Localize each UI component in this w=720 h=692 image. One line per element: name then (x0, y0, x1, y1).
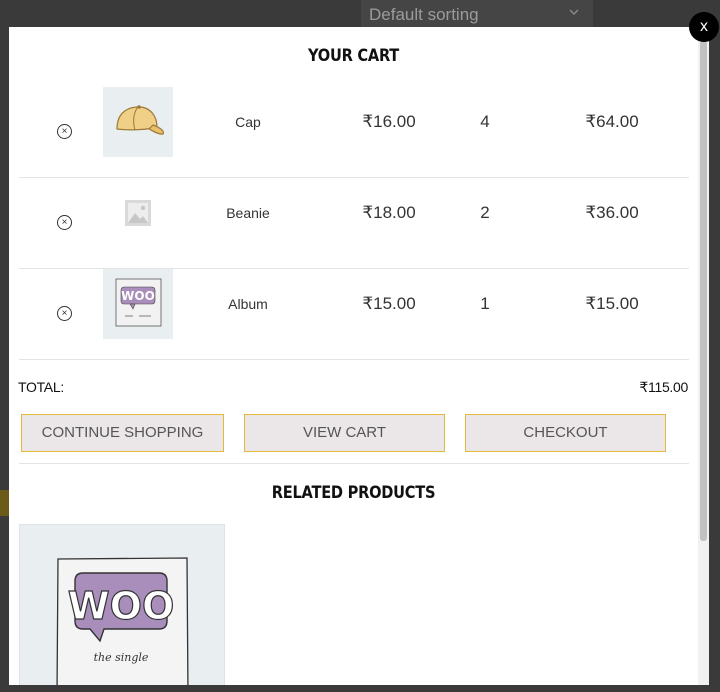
divider (19, 463, 689, 464)
item-subtotal: ₹36.00 (585, 203, 639, 222)
item-quantity: 1 (480, 294, 490, 313)
item-subtotal: ₹15.00 (585, 294, 639, 313)
remove-item-icon[interactable]: × (57, 306, 72, 321)
total-value: ₹115.00 (639, 379, 688, 395)
modal-scrollbar-thumb[interactable] (700, 41, 707, 541)
album-art-subtext: the single (94, 651, 149, 664)
cart-row: × Beanie ₹18.00 2 ₹36.00 (19, 178, 689, 269)
continue-shopping-button[interactable]: CONTINUE SHOPPING (21, 414, 224, 452)
total-label: TOTAL: (18, 379, 64, 395)
related-products-title: RELATED PRODUCTS (271, 483, 436, 503)
sorting-select[interactable]: Default sorting (361, 0, 593, 30)
product-name-link[interactable]: Cap (189, 114, 307, 130)
product-name-link[interactable]: Beanie (189, 205, 307, 221)
woo-single-icon: WOO the single (56, 557, 189, 685)
album-art-text: WOO (68, 584, 175, 628)
item-quantity: 2 (480, 203, 490, 222)
cart-row: × WOO Album ₹15.00 1 ₹15.00 (19, 269, 689, 360)
item-price: ₹18.00 (362, 203, 416, 222)
cap-icon[interactable] (103, 87, 173, 157)
background-accent-strip (0, 490, 9, 516)
remove-item-icon[interactable]: × (57, 124, 72, 139)
checkout-button[interactable]: CHECKOUT (465, 414, 666, 452)
chevron-down-icon (569, 9, 579, 15)
related-product-card[interactable]: WOO the single (19, 524, 225, 685)
item-price: ₹16.00 (362, 112, 416, 131)
placeholder-image-icon[interactable] (103, 178, 173, 248)
cart-modal: YOUR CART × Cap ₹16.00 4 ₹64.00 × Beanie… (9, 27, 709, 685)
view-cart-button[interactable]: VIEW CART (244, 414, 445, 452)
cart-title: YOUR CART (307, 46, 399, 66)
item-price: ₹15.00 (362, 294, 416, 313)
woo-album-icon[interactable]: WOO (103, 269, 173, 339)
remove-item-icon[interactable]: × (57, 215, 72, 230)
sorting-select-value: Default sorting (369, 5, 479, 24)
item-subtotal: ₹64.00 (585, 112, 639, 131)
svg-text:WOO: WOO (121, 289, 155, 303)
close-modal-button[interactable]: x (689, 12, 719, 42)
item-quantity: 4 (480, 112, 490, 131)
product-name-link[interactable]: Album (189, 296, 307, 312)
cart-row: × Cap ₹16.00 4 ₹64.00 (19, 87, 689, 178)
